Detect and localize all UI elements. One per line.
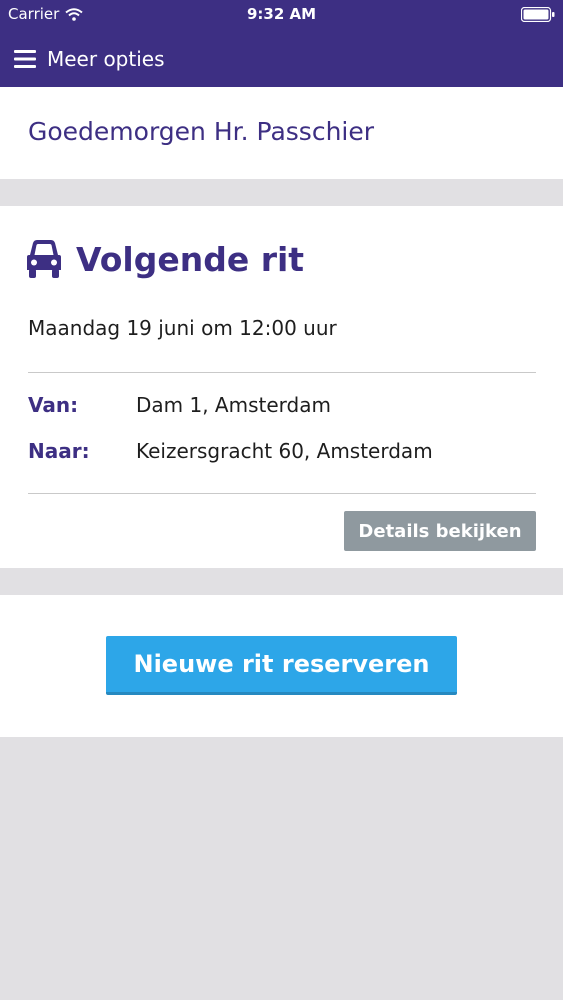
hamburger-menu-icon bbox=[14, 50, 36, 68]
status-time: 9:32 AM bbox=[246, 5, 317, 23]
battery-icon bbox=[521, 7, 555, 22]
divider bbox=[28, 372, 536, 373]
ride-datetime: Maandag 19 juni om 12:00 uur bbox=[28, 316, 337, 340]
next-ride-card: Volgende rit Maandag 19 juni om 12:00 uu… bbox=[0, 206, 563, 568]
more-options-button[interactable]: Meer opties bbox=[14, 44, 165, 74]
from-address: Dam 1, Amsterdam bbox=[136, 393, 331, 417]
more-options-label: Meer opties bbox=[47, 47, 165, 71]
to-label: Naar: bbox=[28, 439, 90, 463]
next-ride-header: Volgende rit bbox=[26, 236, 304, 282]
to-address: Keizersgracht 60, Amsterdam bbox=[136, 439, 433, 463]
view-details-button[interactable]: Details bekijken bbox=[344, 511, 536, 551]
book-new-ride-button[interactable]: Nieuwe rit reserveren bbox=[106, 636, 457, 695]
greeting-card: Goedemorgen Hr. Passchier bbox=[0, 87, 563, 179]
app-screen: Carrier 9:32 AM Meer opties Goedemorgen … bbox=[0, 0, 563, 1000]
divider bbox=[28, 493, 536, 494]
greeting-text: Goedemorgen Hr. Passchier bbox=[28, 117, 375, 146]
from-row: Van: Dam 1, Amsterdam bbox=[28, 393, 536, 423]
navigation-bar: Meer opties bbox=[0, 30, 563, 87]
next-ride-title: Volgende rit bbox=[76, 239, 305, 279]
to-row: Naar: Keizersgracht 60, Amsterdam bbox=[28, 439, 536, 469]
top-bar: Carrier 9:32 AM Meer opties bbox=[0, 0, 563, 87]
car-icon bbox=[27, 240, 61, 278]
status-bar: Carrier 9:32 AM bbox=[0, 0, 563, 30]
from-label: Van: bbox=[28, 393, 79, 417]
new-ride-card: Nieuwe rit reserveren bbox=[0, 595, 563, 737]
